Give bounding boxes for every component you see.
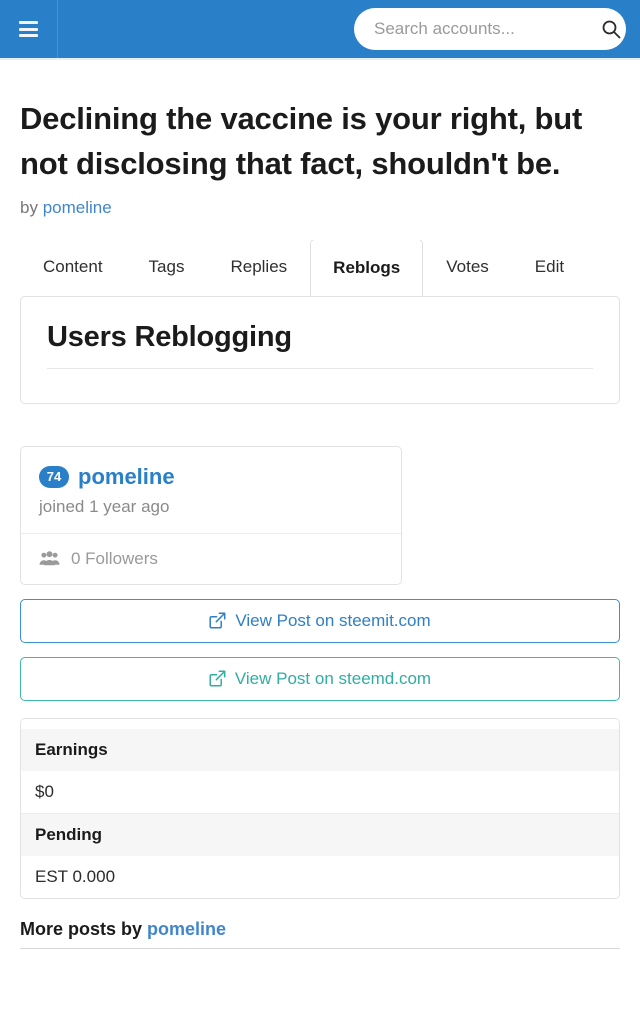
view-post-steemd-label: View Post on steemd.com [234,668,432,688]
view-post-steemit-label: View Post on steemit.com [235,610,431,630]
table-row: Pending [21,813,619,856]
username-link[interactable]: pomeline [78,464,175,490]
navbar-underline [0,58,640,60]
external-link-icon [209,670,226,687]
table-row: $0 [21,770,619,814]
menu-button[interactable] [0,0,58,58]
user-name-row: 74 pomeline [39,464,383,490]
table-row: Earnings [21,728,619,771]
tab-votes[interactable]: Votes [423,240,512,296]
more-posts-label: More posts by [20,918,143,939]
user-card-footer: 0 Followers [21,532,401,584]
top-navbar [0,0,640,58]
panel-divider [47,367,593,369]
view-post-steemit-button[interactable]: View Post on steemit.com [20,598,620,643]
more-posts-heading: More posts by pomeline [20,919,620,940]
page-title: Declining the vaccine is your right, but… [20,101,583,182]
tab-bar: Content Tags Replies Reblogs Votes Edit [20,239,620,296]
table-top-gap [21,718,619,729]
earnings-value: $0 [21,770,619,814]
search-box[interactable] [354,8,626,50]
earnings-header: Earnings [21,728,619,771]
users-group-icon [39,551,60,566]
pending-value: EST 0.000 [21,855,619,898]
reblogs-panel: Users Reblogging [20,295,620,404]
pending-header: Pending [21,813,619,856]
byline: by pomeline [20,198,620,218]
byline-label: by [20,197,38,217]
reblogger-user-card[interactable]: 74 pomeline joined 1 year ago 0 Follower… [20,445,402,585]
earnings-table: Earnings $0 Pending EST 0.000 [21,728,619,898]
hamburger-menu-icon [19,21,38,37]
tab-content[interactable]: Content [20,240,126,296]
page-content: Declining the vaccine is your right, but… [0,96,640,949]
byline-author-link[interactable]: pomeline [43,198,112,217]
user-joined-text: joined 1 year ago [39,496,170,516]
earnings-table-card: Earnings $0 Pending EST 0.000 [20,717,620,899]
search-input[interactable] [374,19,595,39]
view-post-steemd-button[interactable]: View Post on steemd.com [20,656,620,701]
external-link-icon [209,612,226,629]
table-row: EST 0.000 [21,855,619,898]
panel-heading: Users Reblogging [47,320,292,353]
more-posts-author-link[interactable]: pomeline [147,919,226,939]
tab-edit[interactable]: Edit [512,240,587,296]
tab-replies[interactable]: Replies [207,240,310,296]
followers-count: 0 Followers [71,548,158,568]
search-icon[interactable] [601,19,621,39]
user-card-body: 74 pomeline joined 1 year ago [21,447,401,533]
tab-reblogs[interactable]: Reblogs [310,239,424,296]
reputation-badge: 74 [39,465,69,488]
more-posts-divider [20,947,620,949]
tab-tags[interactable]: Tags [126,240,208,296]
